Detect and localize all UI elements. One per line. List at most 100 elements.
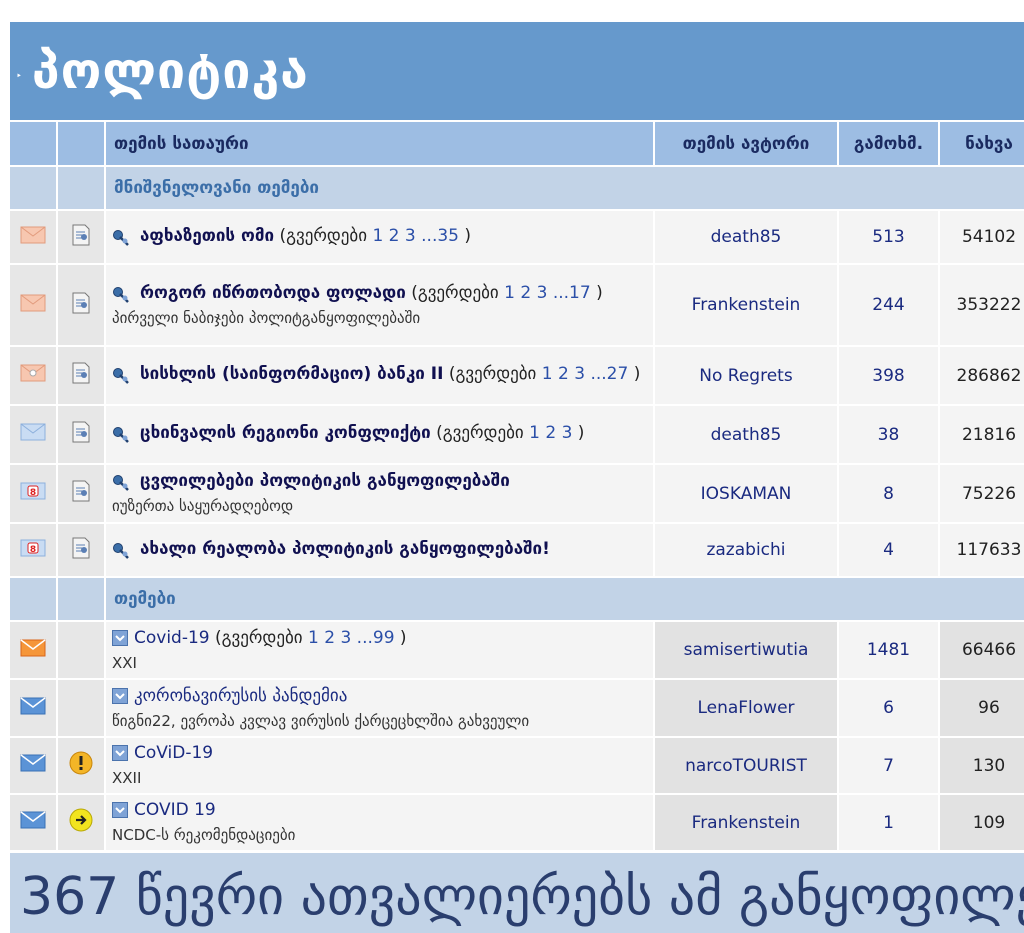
topic-row[interactable]: Covid-19 (გვერდები 1 2 3 ...99 ) XXI samis… <box>10 622 1024 678</box>
topic-title-link[interactable]: CoViD-19 <box>134 743 213 763</box>
header-views[interactable]: ნახვა <box>940 122 1024 165</box>
topic-row[interactable]: აფხაზეთის ომი (გვერდები 1 2 3 ...35 ) dea… <box>10 211 1024 263</box>
topic-views: 75226 <box>940 465 1024 522</box>
page-link[interactable]: 1 <box>372 226 383 246</box>
topic-title-link[interactable]: ახალი რეალობა პოლიტიკის განყოფილებაში! <box>140 539 550 559</box>
topic-title-link[interactable]: ცხინვალის რეგიონი კონფლიქტი <box>140 423 431 443</box>
topic-author-link[interactable]: death85 <box>655 211 837 263</box>
topic-row[interactable]: 8 ახალი რეალობა პოლიტიკის განყოფილებაში! z… <box>10 524 1024 576</box>
page-link[interactable]: ...27 <box>590 364 628 384</box>
topic-row[interactable]: COVID 19 NCDC-ს რეკომენდაციები Frankenstei… <box>10 795 1024 850</box>
category-spacer <box>10 578 56 620</box>
document-icon <box>71 537 91 564</box>
topic-replies-link[interactable]: 513 <box>839 211 938 263</box>
page-link[interactable]: ...35 <box>421 226 459 246</box>
topic-replies-link[interactable]: 244 <box>839 265 938 345</box>
header-topic-author[interactable]: თემის ავტორი <box>655 122 837 165</box>
pin-icon <box>112 425 134 447</box>
collapse-arrow-icon[interactable]: ‣ <box>16 71 22 82</box>
topic-description: XXI <box>112 653 137 672</box>
topic-title-cell: Covid-19 (გვერდები 1 2 3 ...99 ) XXI <box>106 622 653 678</box>
topic-row[interactable]: 8 ცვლილებები პოლიტიკის განყოფილებაში იუზერ… <box>10 465 1024 522</box>
pin-icon <box>112 541 134 563</box>
topic-replies-link[interactable]: 4 <box>839 524 938 576</box>
topic-title-cell: აფხაზეთის ომი (გვერდები 1 2 3 ...35 ) <box>106 211 653 263</box>
topic-views: 21816 <box>940 406 1024 463</box>
page-link[interactable]: 3 <box>340 628 351 648</box>
page-link[interactable]: 2 <box>520 283 531 303</box>
topic-replies-link[interactable]: 1481 <box>839 622 938 678</box>
topic-title-cell: სისხლის (საინფორმაციო) ბანკი II (გვერდებ… <box>106 347 653 404</box>
page-link[interactable]: 1 <box>504 283 515 303</box>
topic-description: წიგნი22, ევროპა კვლავ ვირუსის ქარცეცხლში… <box>112 711 530 730</box>
topic-replies-link[interactable]: 6 <box>839 680 938 736</box>
page-link[interactable]: ...99 <box>357 628 395 648</box>
topic-author-link[interactable]: Frankenstein <box>655 795 837 850</box>
page-link[interactable]: 3 <box>574 364 585 384</box>
status-icon-cell <box>10 795 56 850</box>
topic-title-link[interactable]: სისხლის (საინფორმაციო) ბანკი II <box>140 364 443 384</box>
category-row-topics: თემები <box>10 578 1024 620</box>
topic-author-link[interactable]: No Regrets <box>655 347 837 404</box>
topic-row[interactable]: როგორ იწრთობოდა ფოლადი (გვერდები 1 2 3 .… <box>10 265 1024 345</box>
topic-row[interactable]: სისხლის (საინფორმაციო) ბანკი II (გვერდებ… <box>10 347 1024 404</box>
topic-title-link[interactable]: აფხაზეთის ომი <box>140 226 274 246</box>
topic-row[interactable]: ცხინვალის რეგიონი კონფლიქტი (გვერდები 1 … <box>10 406 1024 463</box>
topic-title-link[interactable]: როგორ იწრთობოდა ფოლადი <box>140 283 406 303</box>
topic-title-link[interactable]: კორონავირუსის პანდემია <box>134 686 347 706</box>
mail-read-icon <box>20 294 46 317</box>
topic-replies-link[interactable]: 8 <box>839 465 938 522</box>
topic-title-link[interactable]: COVID 19 <box>134 800 216 820</box>
page-link[interactable]: 2 <box>389 226 400 246</box>
topic-views: 109 <box>940 795 1024 850</box>
topic-title-cell: ცვლილებები პოლიტიკის განყოფილებაში იუზერთ… <box>106 465 653 522</box>
forum-container: ‣ პოლიტიკა თემის სათაური თემის ავტორი გა… <box>10 22 1024 852</box>
topic-replies-link[interactable]: 398 <box>839 347 938 404</box>
topic-description: NCDC-ს რეკომენდაციები <box>112 826 296 844</box>
topic-author-link[interactable]: IOSKAMAN <box>655 465 837 522</box>
topic-pages: (გვერდები 1 2 3 ...99 ) <box>210 628 407 648</box>
topic-author-link[interactable]: zazabichi <box>655 524 837 576</box>
page-link[interactable]: 3 <box>562 423 573 443</box>
topic-author-link[interactable]: samisertiwutia <box>655 622 837 678</box>
page-link[interactable]: ...17 <box>553 283 591 303</box>
topic-replies-link[interactable]: 1 <box>839 795 938 850</box>
blue-mail-icon <box>20 811 46 834</box>
blue-mail-icon <box>20 754 46 777</box>
topic-author-link[interactable]: Frankenstein <box>655 265 837 345</box>
category-label-important: მნიშვნელოვანი თემები <box>106 167 1024 209</box>
page-link[interactable]: 2 <box>558 364 569 384</box>
document-icon <box>71 292 91 319</box>
topic-author-link[interactable]: narcoTOURIST <box>655 738 837 793</box>
topic-icon-cell <box>58 347 104 404</box>
page-link[interactable]: 1 <box>529 423 540 443</box>
topic-title-link[interactable]: Covid-19 <box>134 628 210 648</box>
warning-icon <box>68 751 94 781</box>
document-icon <box>71 421 91 448</box>
document-icon <box>71 362 91 389</box>
topic-replies-link[interactable]: 38 <box>839 406 938 463</box>
topic-author-link[interactable]: LenaFlower <box>655 680 837 736</box>
topic-views: 66466 <box>940 622 1024 678</box>
topic-author-link[interactable]: death85 <box>655 406 837 463</box>
table-header-row: თემის სათაური თემის ავტორი გამოხმ. ნახვა <box>10 122 1024 165</box>
topic-description: XXII <box>112 769 142 787</box>
topic-views: 54102 <box>940 211 1024 263</box>
header-replies[interactable]: გამოხმ. <box>839 122 938 165</box>
topic-row[interactable]: CoViD-19 XXII narcoTOURIST 7 130 <box>10 738 1024 793</box>
page-link[interactable]: 1 <box>308 628 319 648</box>
header-topic-title[interactable]: თემის სათაური <box>106 122 653 165</box>
status-icon-cell <box>10 406 56 463</box>
forum-title: პოლიტიკა <box>31 42 309 100</box>
topic-icon-cell <box>58 406 104 463</box>
page-link[interactable]: 2 <box>545 423 556 443</box>
topic-title-link[interactable]: ცვლილებები პოლიტიკის განყოფილებაში <box>140 471 510 491</box>
page-link[interactable]: 3 <box>537 283 548 303</box>
page-link[interactable]: 2 <box>324 628 335 648</box>
document-icon <box>71 224 91 251</box>
topic-replies-link[interactable]: 7 <box>839 738 938 793</box>
page-link[interactable]: 3 <box>405 226 416 246</box>
page-link[interactable]: 1 <box>542 364 553 384</box>
topic-row[interactable]: კორონავირუსის პანდემია წიგნი22, ევროპა კვ… <box>10 680 1024 736</box>
topic-icon-cell <box>58 738 104 793</box>
